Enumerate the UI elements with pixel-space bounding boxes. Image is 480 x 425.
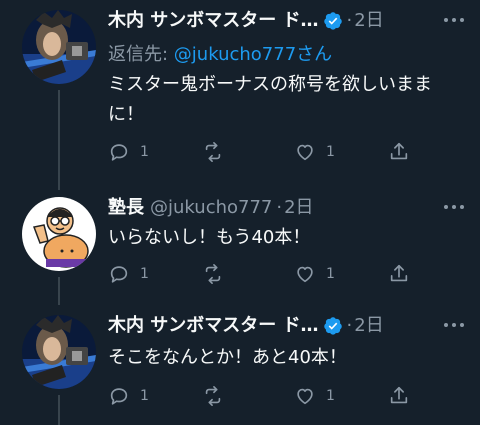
heart-icon — [297, 144, 313, 161]
timestamp[interactable]: 2日 — [284, 197, 313, 219]
like-count: 1 — [326, 144, 335, 160]
tweet[interactable]: 木内 サンボマスター ド… · 2日 そこをなんとか！あと40本！ 1 1 — [0, 305, 480, 425]
display-name[interactable]: 塾長 — [108, 197, 144, 219]
retweet-icon — [205, 386, 221, 406]
avatar-icon — [22, 315, 96, 389]
share-button[interactable] — [388, 384, 420, 408]
share-icon — [390, 264, 408, 282]
retweet-button[interactable] — [202, 262, 234, 286]
heart-icon — [297, 388, 313, 405]
like-button[interactable]: 1 — [294, 384, 335, 408]
timestamp[interactable]: 2日 — [354, 315, 383, 337]
reply-count: 1 — [140, 266, 149, 282]
tweet[interactable]: 木内 サンボマスター ド… · 2日 返信先: @jukucho777さん ミス… — [0, 0, 480, 190]
like-count: 1 — [326, 388, 335, 404]
handle[interactable]: @jukucho777 — [150, 197, 272, 219]
tweet-actions: 1 1 — [108, 262, 428, 286]
separator-dot: · — [346, 10, 353, 31]
reply-icon — [110, 144, 128, 161]
separator-dot: · — [276, 197, 283, 218]
reply-button[interactable]: 1 — [108, 384, 149, 408]
like-count: 1 — [326, 266, 335, 282]
verified-badge-icon — [323, 317, 342, 335]
reply-to-handle-link[interactable]: @jukucho777 — [174, 44, 296, 65]
avatar-icon — [22, 197, 96, 271]
reply-icon — [110, 388, 128, 405]
timestamp[interactable]: 2日 — [354, 10, 383, 32]
reply-to-prefix: 返信先: — [108, 44, 174, 65]
more-options-icon[interactable] — [444, 18, 464, 24]
display-name[interactable]: 木内 サンボマスター ド… — [108, 315, 319, 337]
tweet[interactable]: 塾長 @jukucho777 · 2日 いらないし！もう40本！ 1 1 — [0, 185, 480, 305]
tweet-header: 木内 サンボマスター ド… · 2日 — [108, 315, 440, 337]
thread-line — [58, 395, 60, 425]
avatar-icon — [22, 10, 96, 84]
verified-badge-icon — [323, 12, 342, 30]
tweet-actions: 1 1 — [108, 384, 428, 408]
tweet-text: ミスター鬼ボーナスの称号を欲しいままに！ — [108, 74, 432, 125]
retweet-button[interactable] — [202, 384, 234, 408]
conversation-thread: 木内 サンボマスター ド… · 2日 返信先: @jukucho777さん ミス… — [0, 0, 480, 425]
tweet-actions: 1 1 — [108, 140, 428, 164]
display-name[interactable]: 木内 サンボマスター ド… — [108, 10, 319, 32]
reply-count: 1 — [140, 388, 149, 404]
tweet-header: 木内 サンボマスター ド… · 2日 — [108, 10, 440, 32]
more-options-icon[interactable] — [444, 323, 464, 329]
avatar[interactable] — [22, 197, 96, 271]
thread-line — [58, 90, 60, 190]
share-button[interactable] — [388, 140, 420, 164]
avatar[interactable] — [22, 315, 96, 389]
reply-button[interactable]: 1 — [108, 262, 149, 286]
tweet-header: 塾長 @jukucho777 · 2日 — [108, 197, 440, 219]
share-icon — [390, 386, 408, 404]
reply-icon — [110, 266, 128, 283]
reply-to-suffix: さん — [296, 44, 333, 65]
tweet-text: そこをなんとか！あと40本！ — [108, 347, 347, 368]
retweet-icon — [205, 264, 221, 284]
share-button[interactable] — [388, 262, 420, 286]
avatar[interactable] — [22, 10, 96, 84]
share-icon — [390, 142, 408, 160]
thread-line — [58, 277, 60, 305]
like-button[interactable]: 1 — [294, 262, 335, 286]
reply-count: 1 — [140, 144, 149, 160]
retweet-button[interactable] — [202, 140, 234, 164]
separator-dot: · — [346, 315, 353, 336]
heart-icon — [297, 266, 313, 283]
tweet-text: いらないし！もう40本！ — [108, 227, 311, 248]
more-options-icon[interactable] — [444, 205, 464, 211]
replying-to: 返信先: @jukucho777さん — [108, 40, 332, 66]
retweet-icon — [205, 142, 221, 162]
like-button[interactable]: 1 — [294, 140, 335, 164]
reply-button[interactable]: 1 — [108, 140, 149, 164]
